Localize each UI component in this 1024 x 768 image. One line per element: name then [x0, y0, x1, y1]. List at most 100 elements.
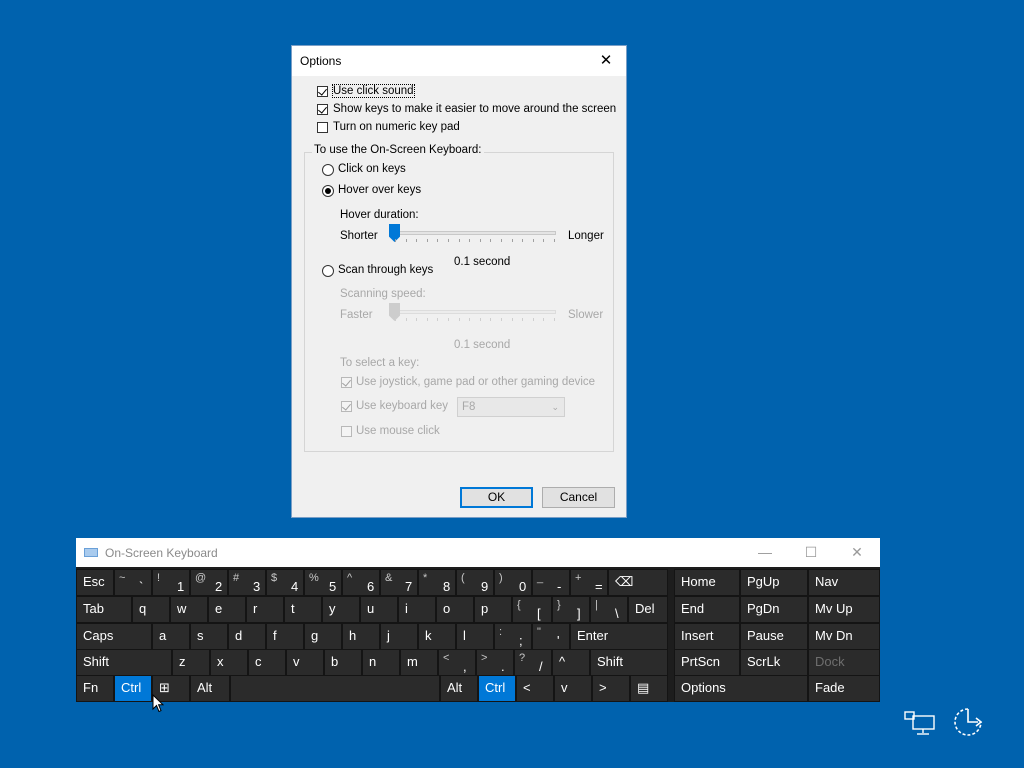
key-5[interactable]: % 5 [304, 569, 342, 596]
key-[interactable]: >. [476, 649, 514, 676]
key-fn[interactable]: Fn [76, 675, 114, 702]
key-[interactable]: | \ [590, 596, 628, 623]
key-[interactable]: " ' [532, 623, 570, 650]
key-a[interactable]: a [152, 623, 190, 650]
click-radio-button[interactable] [322, 164, 334, 176]
key-e[interactable]: e [208, 596, 246, 623]
key-symbol[interactable]: ⌫ [608, 569, 668, 596]
dialog-titlebar[interactable]: Options ✕ [292, 46, 626, 76]
key-t[interactable]: t [284, 596, 322, 623]
key-7[interactable]: & 7 [380, 569, 418, 596]
key-[interactable]: _ - [532, 569, 570, 596]
key-shift[interactable]: Shift [76, 649, 172, 676]
key-j[interactable]: j [380, 623, 418, 650]
ease-of-access-icon[interactable] [952, 706, 986, 740]
key-label: 1 [177, 579, 185, 594]
key-6[interactable]: ^ 6 [342, 569, 380, 596]
key-caps[interactable]: Caps [76, 623, 152, 650]
key-space[interactable] [230, 675, 440, 702]
key-options[interactable]: Options [674, 675, 808, 702]
key-label: \ [615, 606, 619, 621]
show-keys-checkbox[interactable] [317, 104, 328, 115]
key-esc[interactable]: Esc [76, 569, 114, 596]
key-9[interactable]: (9 [456, 569, 494, 596]
network-icon[interactable] [904, 710, 936, 736]
key-symbol[interactable]: > [592, 675, 630, 702]
hover-duration-slider[interactable] [389, 222, 558, 246]
key-f[interactable]: f [266, 623, 304, 650]
osk-titlebar[interactable]: On-Screen Keyboard — ☐ ✕ [76, 538, 880, 567]
key-[interactable]: <, [438, 649, 476, 676]
key-n[interactable]: n [362, 649, 400, 676]
key-[interactable]: ~ ` [114, 569, 152, 596]
key-dock[interactable]: Dock [808, 649, 880, 676]
key-ctrl[interactable]: Ctrl [478, 675, 516, 702]
key-0[interactable]: ) 0 [494, 569, 532, 596]
key-k[interactable]: k [418, 623, 456, 650]
key-symbol[interactable]: ^ [552, 649, 590, 676]
click-sound-checkbox[interactable] [317, 86, 328, 97]
osk-close-button[interactable]: ✕ [834, 538, 880, 567]
key-tab[interactable]: Tab [76, 596, 132, 623]
scan-max-label: Slower [568, 309, 604, 321]
key-o[interactable]: o [436, 596, 474, 623]
key-end[interactable]: End [674, 596, 740, 623]
key-p[interactable]: p [474, 596, 512, 623]
key-ctrl[interactable]: Ctrl [114, 675, 152, 702]
key-[interactable]: {[ [512, 596, 552, 623]
key-shift[interactable]: Shift [590, 649, 668, 676]
key-enter[interactable]: Enter [570, 623, 668, 650]
key-del[interactable]: Del [628, 596, 668, 623]
key-q[interactable]: q [132, 596, 170, 623]
key-i[interactable]: i [398, 596, 436, 623]
key-nav[interactable]: Nav [808, 569, 880, 596]
key-[interactable]: + = [570, 569, 608, 596]
key-z[interactable]: z [172, 649, 210, 676]
key-2[interactable]: @2 [190, 569, 228, 596]
key-pgdn[interactable]: PgDn [740, 596, 808, 623]
key-8[interactable]: * 8 [418, 569, 456, 596]
key-d[interactable]: d [228, 623, 266, 650]
key-4[interactable]: $4 [266, 569, 304, 596]
key-mv-dn[interactable]: Mv Dn [808, 623, 880, 650]
key-3[interactable]: #3 [228, 569, 266, 596]
close-icon[interactable]: ✕ [592, 50, 620, 72]
key-g[interactable]: g [304, 623, 342, 650]
hover-radio-button[interactable] [322, 185, 334, 197]
key-1[interactable]: ! 1 [152, 569, 190, 596]
key-alt[interactable]: Alt [440, 675, 478, 702]
key-s[interactable]: s [190, 623, 228, 650]
key-fade[interactable]: Fade [808, 675, 880, 702]
key-h[interactable]: h [342, 623, 380, 650]
key-v[interactable]: v [286, 649, 324, 676]
key-scrlk[interactable]: ScrLk [740, 649, 808, 676]
cancel-button[interactable]: Cancel [542, 487, 615, 508]
key-pgup[interactable]: PgUp [740, 569, 808, 596]
key-u[interactable]: u [360, 596, 398, 623]
minimize-button[interactable]: — [742, 538, 788, 567]
key-home[interactable]: Home [674, 569, 740, 596]
maximize-button[interactable]: ☐ [788, 538, 834, 567]
key-mv-up[interactable]: Mv Up [808, 596, 880, 623]
key-prtscn[interactable]: PrtScn [674, 649, 740, 676]
key-w[interactable]: w [170, 596, 208, 623]
key-pause[interactable]: Pause [740, 623, 808, 650]
scan-radio-button[interactable] [322, 265, 334, 277]
key-v[interactable]: v [554, 675, 592, 702]
key-[interactable]: ? / [514, 649, 552, 676]
key-[interactable]: }] [552, 596, 590, 623]
key-r[interactable]: r [246, 596, 284, 623]
key-symbol[interactable]: ▤ [630, 675, 668, 702]
key-symbol[interactable]: < [516, 675, 554, 702]
key-alt[interactable]: Alt [190, 675, 230, 702]
key-l[interactable]: l [456, 623, 494, 650]
key-c[interactable]: c [248, 649, 286, 676]
key-m[interactable]: m [400, 649, 438, 676]
key-[interactable]: :; [494, 623, 532, 650]
ok-button[interactable]: OK [460, 487, 533, 508]
key-b[interactable]: b [324, 649, 362, 676]
key-insert[interactable]: Insert [674, 623, 740, 650]
key-x[interactable]: x [210, 649, 248, 676]
numeric-keypad-checkbox[interactable] [317, 122, 328, 133]
key-y[interactable]: y [322, 596, 360, 623]
